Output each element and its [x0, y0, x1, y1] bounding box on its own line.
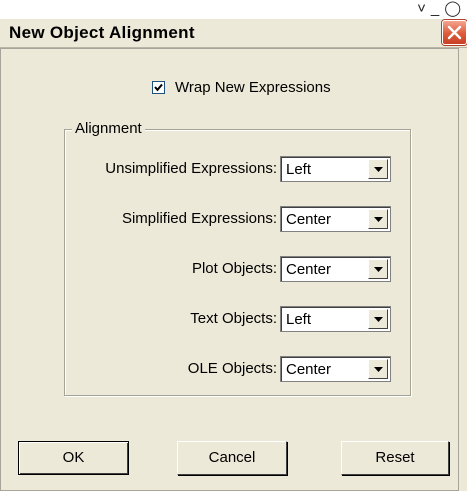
select-value: Left [286, 161, 312, 178]
select-value: Center [286, 211, 332, 228]
dropdown-button[interactable] [368, 359, 388, 379]
alignment-group-legend: Alignment [72, 120, 145, 137]
unsimplified-expressions-label: Unsimplified Expressions: [105, 160, 277, 177]
select-value: Left [286, 311, 312, 328]
triangle-down-icon [374, 317, 383, 322]
wrap-new-expressions-row: Wrap New Expressions [152, 79, 331, 96]
top-strip-icons: ˅ _ ◯ [417, 0, 467, 19]
dropdown-button[interactable] [368, 159, 388, 179]
ole-objects-label: OLE Objects: [187, 360, 277, 377]
select-value: Center [286, 261, 332, 278]
triangle-down-icon [374, 267, 383, 272]
dialog-body: Wrap New Expressions Alignment Unsimplif… [0, 48, 459, 491]
ok-button[interactable]: OK [18, 441, 129, 475]
alignment-groupbox: Alignment Unsimplified Expressions: Left… [64, 120, 411, 396]
close-icon [447, 25, 462, 40]
wrap-new-expressions-label: Wrap New Expressions [175, 79, 331, 96]
alignment-row-simplified: Simplified Expressions: Center [65, 204, 410, 234]
alignment-row-unsimplified: Unsimplified Expressions: Left [65, 154, 410, 184]
reset-button[interactable]: Reset [341, 441, 449, 475]
chevron-icon: ˅ [417, 0, 426, 17]
underline-icon: _ [430, 0, 440, 17]
select-value: Center [286, 361, 332, 378]
text-objects-label: Text Objects: [190, 310, 277, 327]
simplified-expressions-select[interactable]: Center [280, 206, 391, 232]
alignment-row-ole-objects: OLE Objects: Center [65, 354, 410, 384]
circle-icon: ◯ [444, 0, 461, 17]
cancel-button[interactable]: Cancel [177, 441, 287, 475]
dropdown-button[interactable] [368, 209, 388, 229]
checkmark-icon [154, 83, 163, 92]
plot-objects-label: Plot Objects: [191, 260, 277, 277]
plot-objects-select[interactable]: Center [280, 256, 391, 282]
top-strip: ˅ _ ◯ [0, 0, 467, 19]
triangle-down-icon [374, 167, 383, 172]
close-button[interactable] [442, 20, 467, 45]
window-title: New Object Alignment [9, 23, 195, 42]
unsimplified-expressions-select[interactable]: Left [280, 156, 391, 182]
alignment-row-text-objects: Text Objects: Left [65, 304, 410, 334]
text-objects-select[interactable]: Left [280, 306, 391, 332]
title-bar: New Object Alignment [0, 19, 467, 48]
alignment-row-plot-objects: Plot Objects: Center [65, 254, 410, 284]
dropdown-button[interactable] [368, 259, 388, 279]
simplified-expressions-label: Simplified Expressions: [121, 210, 277, 227]
triangle-down-icon [374, 217, 383, 222]
dropdown-button[interactable] [368, 309, 388, 329]
triangle-down-icon [374, 367, 383, 372]
wrap-new-expressions-checkbox[interactable] [152, 81, 165, 94]
ole-objects-select[interactable]: Center [280, 356, 391, 382]
